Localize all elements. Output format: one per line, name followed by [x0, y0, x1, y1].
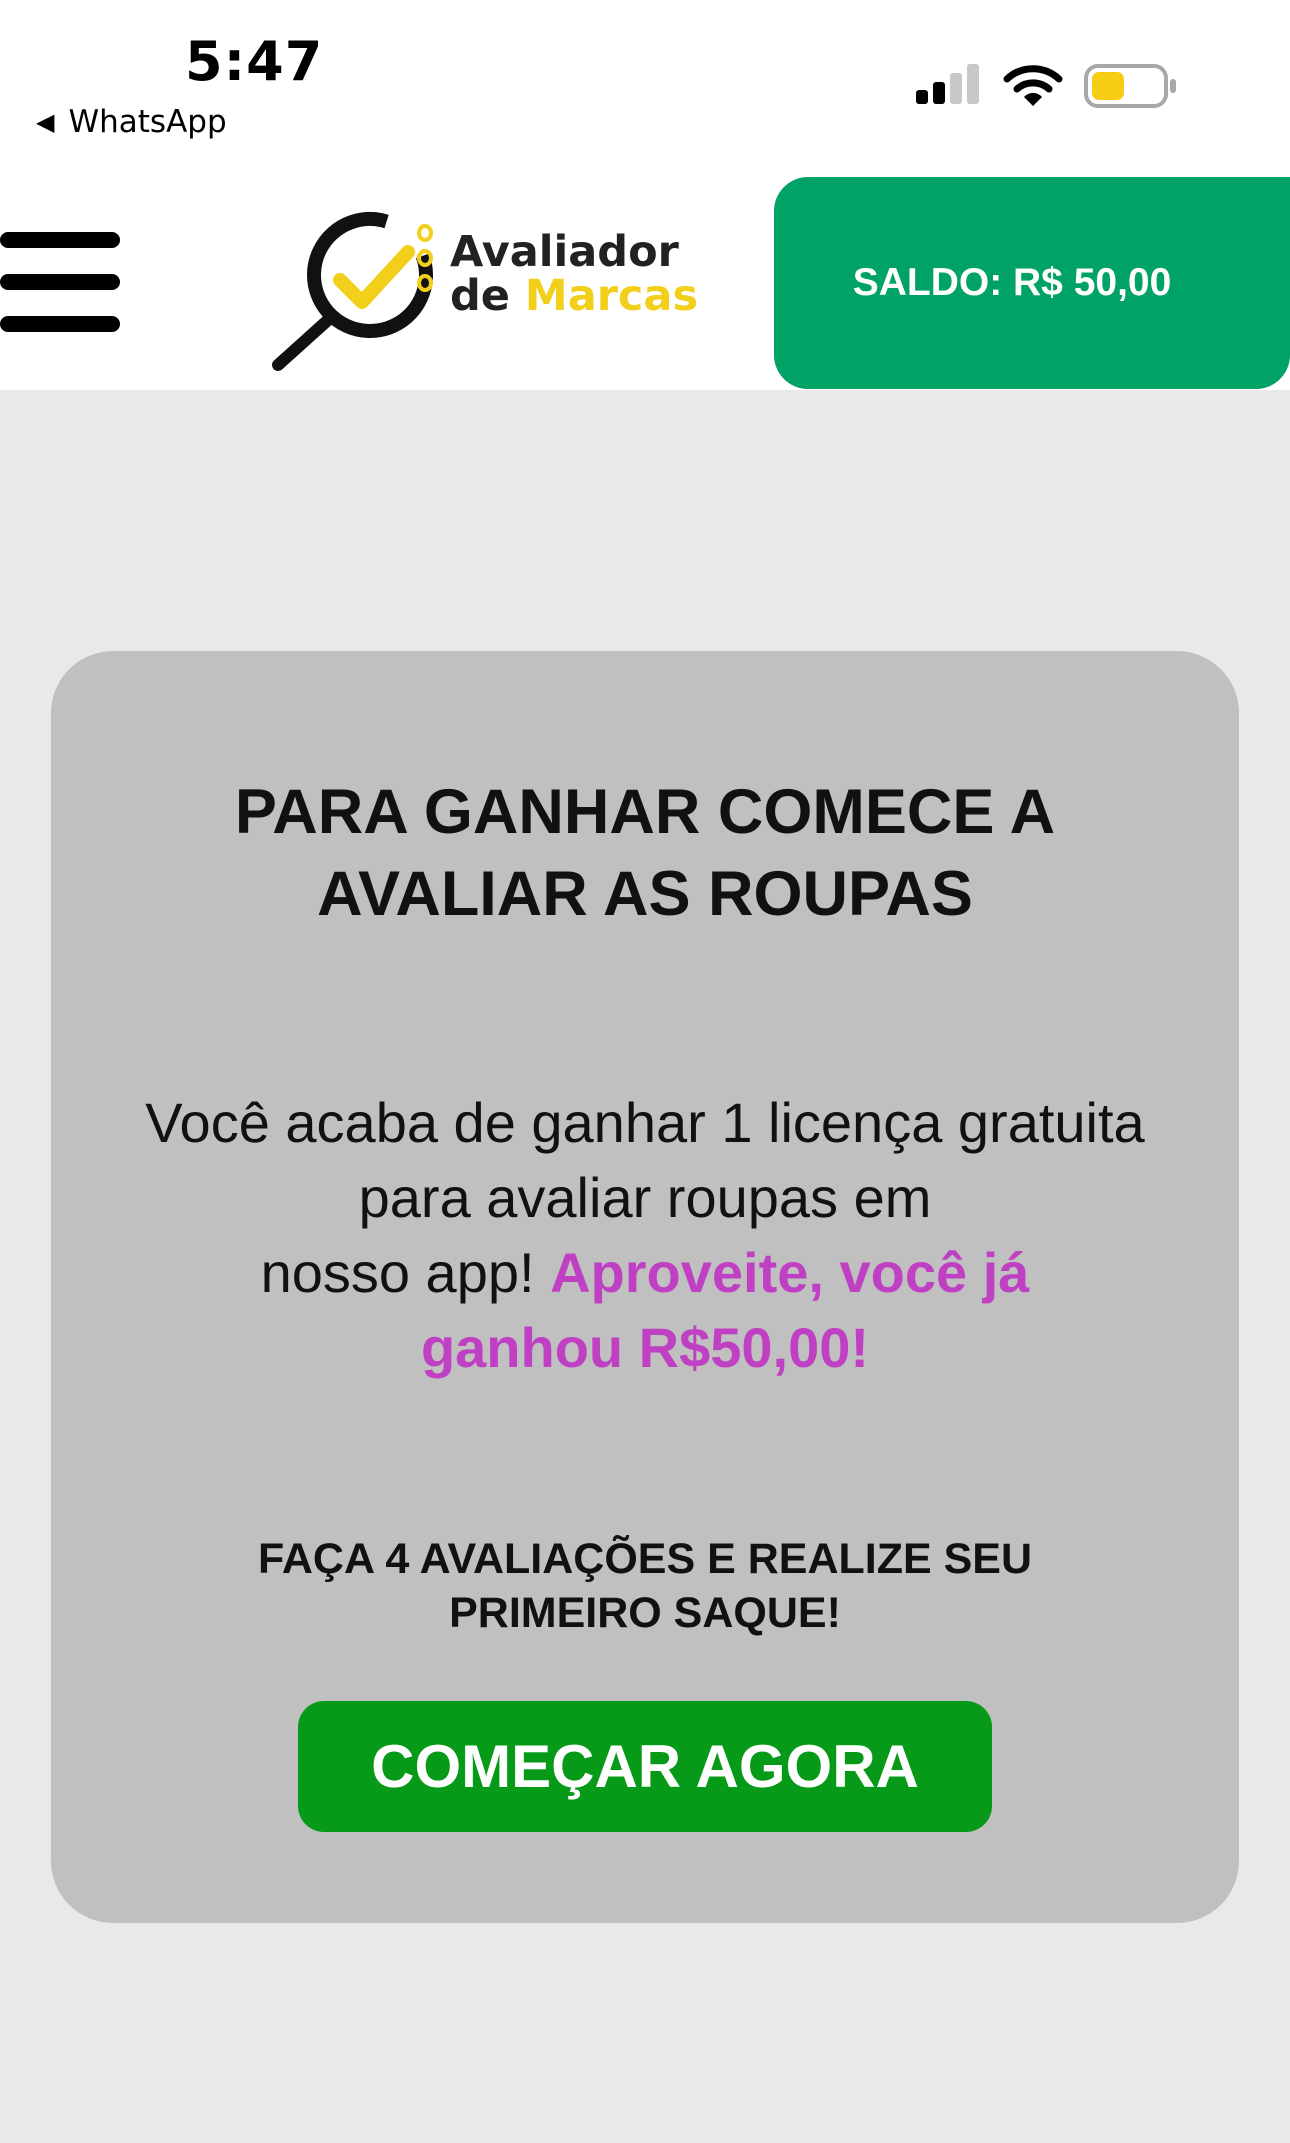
start-now-button[interactable]: COMEÇAR AGORA — [298, 1701, 992, 1832]
wifi-icon — [1003, 65, 1063, 106]
back-triangle-icon: ◀ — [36, 108, 55, 136]
card-title: PARA GANHAR COMECE A AVALIAR AS ROUPAS — [234, 777, 1056, 929]
hamburger-menu-icon[interactable] — [0, 228, 122, 338]
logo-text-line2: de Marcas — [450, 271, 699, 321]
battery-icon — [1084, 64, 1176, 108]
back-app-label: WhatsApp — [68, 104, 227, 140]
cta-text: FAÇA 4 AVALIAÇÕES E REALIZE SEU PRIMEIRO … — [257, 1535, 1033, 1637]
logo-text-line1: Avaliador — [450, 227, 679, 277]
balance-button[interactable]: SALDO: R$ 50,00 — [774, 177, 1290, 389]
balance-label: SALDO: R$ 50,00 — [852, 261, 1172, 304]
card-body: Você acaba de ganhar 1 licença gratuita p… — [90, 1085, 1200, 1385]
cellular-signal-icon — [916, 64, 979, 104]
back-to-app-link[interactable]: ◀ WhatsApp — [36, 104, 227, 140]
logo-accent-text: Marcas — [524, 271, 699, 321]
status-time: 5:47 — [185, 30, 324, 93]
